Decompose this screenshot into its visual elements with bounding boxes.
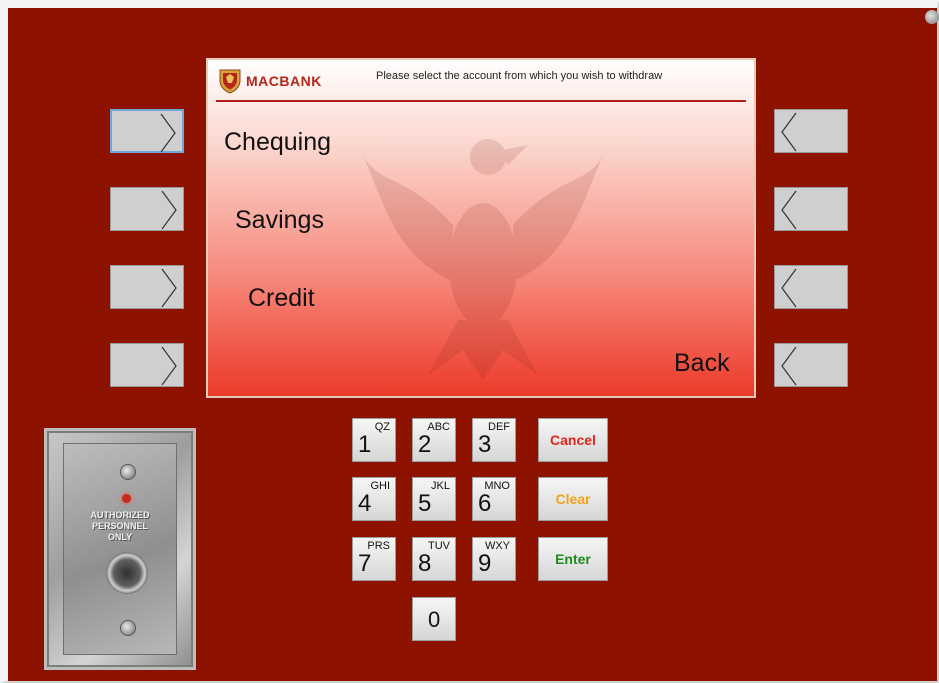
screw-icon xyxy=(120,620,136,636)
right-side-key-2[interactable] xyxy=(774,187,848,231)
chevron-right-icon xyxy=(161,268,177,308)
key-digit: 0 xyxy=(428,607,441,632)
left-side-key-3[interactable] xyxy=(110,265,184,309)
plate-label: AUTHORIZED PERSONNEL ONLY xyxy=(64,510,176,543)
key-1[interactable]: QZ 1 xyxy=(352,418,396,462)
right-side-key-1[interactable] xyxy=(774,109,848,153)
key-digit: 9 xyxy=(478,550,492,577)
option-credit[interactable]: Credit xyxy=(248,284,315,313)
chevron-right-icon xyxy=(161,190,177,230)
key-letters: JKL xyxy=(431,480,450,492)
key-6[interactable]: MNO 6 xyxy=(472,477,516,521)
left-side-key-2[interactable] xyxy=(110,187,184,231)
key-digit: 7 xyxy=(358,550,372,577)
key-digit: 3 xyxy=(478,431,492,458)
key-lock-plate: AUTHORIZED PERSONNEL ONLY xyxy=(44,428,196,670)
key-lock-icon[interactable] xyxy=(106,552,148,594)
screw-icon xyxy=(120,464,136,480)
key-letters: QZ xyxy=(374,421,390,433)
plate-line-2: PERSONNEL xyxy=(91,521,148,531)
option-back[interactable]: Back xyxy=(674,349,730,378)
key-letters: GHI xyxy=(370,480,390,492)
key-7[interactable]: PRS 7 xyxy=(352,537,396,581)
eagle-watermark-icon xyxy=(363,139,603,380)
atm-screen: MACBANK Please select the account from w… xyxy=(206,58,756,398)
chevron-left-icon xyxy=(781,112,797,152)
key-2[interactable]: ABC 2 xyxy=(412,418,456,462)
right-side-key-4[interactable] xyxy=(774,343,848,387)
screen-prompt: Please select the account from which you… xyxy=(376,70,663,82)
key-3[interactable]: DEF 3 xyxy=(472,418,516,462)
option-savings[interactable]: Savings xyxy=(235,206,324,235)
status-led xyxy=(122,494,131,503)
plate-face: AUTHORIZED PERSONNEL ONLY xyxy=(63,443,177,655)
key-8[interactable]: TUV 8 xyxy=(412,537,456,581)
corner-screw-icon xyxy=(925,10,939,24)
plate-line-1: AUTHORIZED xyxy=(90,510,150,520)
chevron-left-icon xyxy=(781,268,797,308)
key-digit: 6 xyxy=(478,490,492,517)
chevron-left-icon xyxy=(781,190,797,230)
option-chequing[interactable]: Chequing xyxy=(224,128,331,157)
key-digit: 4 xyxy=(358,490,372,517)
enter-button[interactable]: Enter xyxy=(538,537,608,581)
brand-name: MACBANK xyxy=(246,73,322,89)
left-side-key-4[interactable] xyxy=(110,343,184,387)
clear-button[interactable]: Clear xyxy=(538,477,608,521)
key-4[interactable]: GHI 4 xyxy=(352,477,396,521)
key-digit: 1 xyxy=(358,431,372,458)
plate-line-3: ONLY xyxy=(107,532,133,542)
key-digit: 5 xyxy=(418,490,432,517)
shield-logo-icon xyxy=(219,69,241,94)
key-5[interactable]: JKL 5 xyxy=(412,477,456,521)
key-0[interactable]: 0 xyxy=(412,597,456,641)
chevron-left-icon xyxy=(781,346,797,386)
left-side-key-1[interactable] xyxy=(110,109,184,153)
key-digit: 2 xyxy=(418,431,432,458)
bank-logo: MACBANK xyxy=(218,66,322,96)
right-side-key-3[interactable] xyxy=(774,265,848,309)
key-9[interactable]: WXY 9 xyxy=(472,537,516,581)
key-digit: 8 xyxy=(418,550,432,577)
chevron-right-icon xyxy=(161,346,177,386)
chevron-right-icon xyxy=(160,113,176,153)
screen-header: MACBANK Please select the account from w… xyxy=(216,64,746,102)
cancel-button[interactable]: Cancel xyxy=(538,418,608,462)
